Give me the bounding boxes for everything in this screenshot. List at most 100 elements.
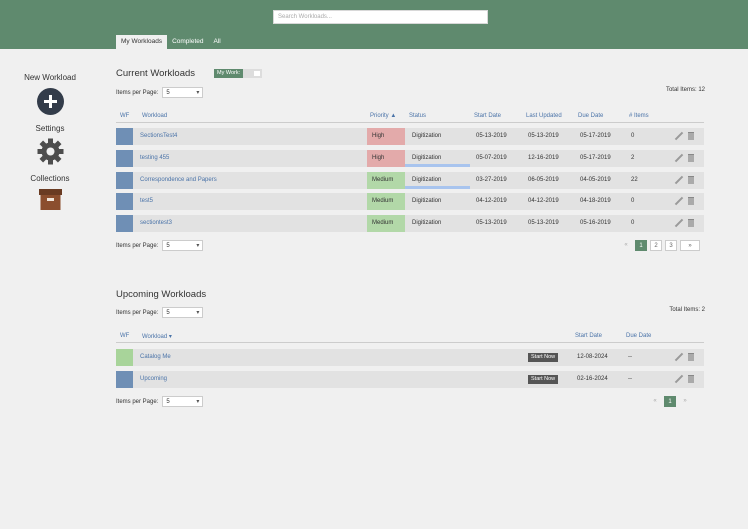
item-count: 0 <box>631 198 635 204</box>
edit-icon[interactable] <box>675 197 683 205</box>
pager-page-1[interactable]: 1 <box>635 240 647 251</box>
pager-next[interactable]: » <box>680 240 700 251</box>
edit-icon[interactable] <box>675 375 683 383</box>
search-input[interactable]: Search Workloads... <box>273 10 488 24</box>
collections-label[interactable]: Collections <box>0 174 100 183</box>
col-wf[interactable]: WF <box>120 333 129 339</box>
trash-icon[interactable] <box>688 219 694 227</box>
workload-link[interactable]: SectionsTest4 <box>140 128 177 145</box>
workload-link[interactable]: test5 <box>140 193 153 210</box>
workload-link[interactable]: Upcoming <box>140 371 167 388</box>
due-date: 04-18-2019 <box>580 198 611 204</box>
edit-icon[interactable] <box>675 132 683 140</box>
last-updated: 05-13-2019 <box>528 220 559 226</box>
table-row[interactable]: Upcoming Start Now 02-16-2024 -- <box>116 371 704 388</box>
status-text: Digitization <box>412 220 442 226</box>
start-date: 05-07-2019 <box>476 155 507 161</box>
wf-marker <box>116 193 133 210</box>
col-wf[interactable]: WF <box>120 113 129 119</box>
workload-link[interactable]: testing 455 <box>140 150 169 167</box>
edit-icon[interactable] <box>675 154 683 162</box>
tab-completed[interactable]: Completed <box>167 35 208 49</box>
items-per-page-select[interactable]: 5 <box>162 396 204 407</box>
pager-page-3[interactable]: 3 <box>665 240 677 251</box>
current-pagination: « 1 2 3 » <box>620 240 700 251</box>
top-header <box>0 0 748 49</box>
status-text: Digitization <box>412 133 442 139</box>
upcoming-items-per-page-bottom: Items per Page: 5 <box>116 396 204 407</box>
my-work-label: My Work: <box>214 69 244 78</box>
upcoming-table-header: WF Workload ▾ Start Date Due Date <box>116 332 704 343</box>
status-progress-bar <box>405 186 470 189</box>
workload-link[interactable]: Correspondence and Papers <box>140 172 217 189</box>
items-per-page-select[interactable]: 5 <box>162 307 204 318</box>
items-per-page-label: Items per Page: <box>116 242 159 249</box>
due-date: 05-17-2019 <box>580 133 611 139</box>
upcoming-workloads-title: Upcoming Workloads <box>116 289 207 300</box>
col-due-date[interactable]: Due Date <box>626 333 651 339</box>
items-per-page-select[interactable]: 5 <box>162 240 204 251</box>
due-date: -- <box>628 376 632 382</box>
pager-prev[interactable]: « <box>649 396 661 407</box>
col-items[interactable]: # Items <box>629 113 649 119</box>
table-row[interactable]: SectionsTest4 High Digitization 05-13-20… <box>116 128 704 145</box>
edit-icon[interactable] <box>675 353 683 361</box>
due-date: 05-17-2019 <box>580 155 611 161</box>
pager-page-1[interactable]: 1 <box>664 396 676 407</box>
priority-badge: Medium <box>367 193 405 210</box>
tab-all[interactable]: All <box>209 35 226 49</box>
row-actions <box>675 154 694 162</box>
items-per-page-label: Items per Page: <box>116 309 159 316</box>
trash-icon[interactable] <box>688 132 694 140</box>
pager-page-2[interactable]: 2 <box>650 240 662 251</box>
archive-box-icon[interactable] <box>38 187 63 212</box>
wf-marker <box>116 371 133 388</box>
start-now-button[interactable]: Start Now <box>528 353 559 362</box>
tab-my-workloads[interactable]: My Workloads <box>116 35 168 49</box>
my-work-toggle[interactable]: My Work: <box>214 69 263 78</box>
items-per-page-bottom: Items per Page: 5 <box>116 240 204 251</box>
items-per-page: Items per Page: 5 <box>116 87 204 98</box>
col-last-updated[interactable]: Last Updated <box>526 113 562 119</box>
row-actions <box>675 219 694 227</box>
settings-label[interactable]: Settings <box>0 124 100 133</box>
trash-icon[interactable] <box>688 375 694 383</box>
toggle-switch[interactable] <box>243 69 263 78</box>
start-date: 12-08-2024 <box>577 354 608 360</box>
plus-circle-icon[interactable] <box>37 88 64 115</box>
table-row[interactable]: Catalog Me Start Now 12-08-2024 -- <box>116 349 704 366</box>
wf-marker <box>116 150 133 167</box>
table-row[interactable]: test5 Medium Digitization 04-12-2019 04-… <box>116 193 704 210</box>
col-workload[interactable]: Workload ▾ <box>142 333 172 340</box>
item-count: 0 <box>631 220 635 226</box>
trash-icon[interactable] <box>688 197 694 205</box>
row-actions <box>675 132 694 140</box>
trash-icon[interactable] <box>688 353 694 361</box>
pager-prev[interactable]: « <box>620 240 632 251</box>
edit-icon[interactable] <box>675 219 683 227</box>
col-status[interactable]: Status <box>409 113 426 119</box>
table-row[interactable]: testing 455 High Digitization 05-07-2019… <box>116 150 704 167</box>
table-row[interactable]: Correspondence and Papers Medium Digitiz… <box>116 172 704 189</box>
col-start-date[interactable]: Start Date <box>575 333 602 339</box>
priority-badge: High <box>367 128 405 145</box>
start-now-button[interactable]: Start Now <box>528 375 559 384</box>
col-start-date[interactable]: Start Date <box>474 113 501 119</box>
due-date: 05-16-2019 <box>580 220 611 226</box>
gear-icon[interactable] <box>37 138 64 165</box>
last-updated: 12-16-2019 <box>528 155 559 161</box>
new-workload-label[interactable]: New Workload <box>0 73 100 82</box>
workload-link[interactable]: sectiontest3 <box>140 215 172 232</box>
table-row[interactable]: sectiontest3 Medium Digitization 05-13-2… <box>116 215 704 232</box>
upcoming-total-items: Total Items: 2 <box>669 307 705 313</box>
trash-icon[interactable] <box>688 154 694 162</box>
workload-link[interactable]: Catalog Me <box>140 349 171 366</box>
edit-icon[interactable] <box>675 176 683 184</box>
trash-icon[interactable] <box>688 176 694 184</box>
start-date: 05-13-2019 <box>476 220 507 226</box>
col-workload[interactable]: Workload <box>142 113 167 119</box>
col-due-date[interactable]: Due Date <box>578 113 603 119</box>
col-priority[interactable]: Priority ▲ <box>370 113 396 119</box>
pager-next[interactable]: » <box>679 396 691 407</box>
items-per-page-select[interactable]: 5 <box>162 87 204 98</box>
